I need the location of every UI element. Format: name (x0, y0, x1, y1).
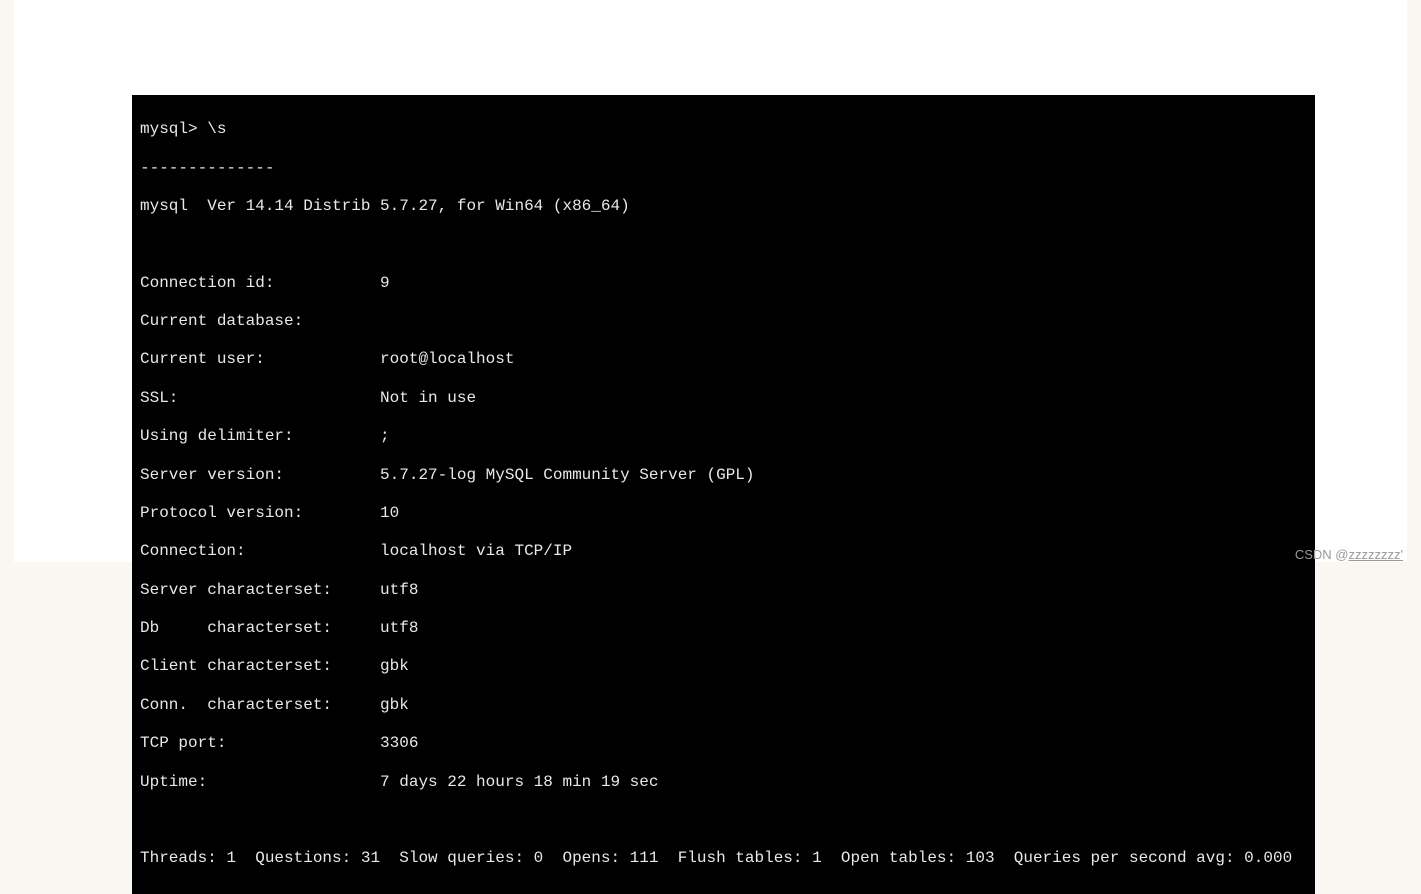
terminal-row: Conn. characterset: gbk (140, 696, 1307, 715)
terminal-row: SSL: Not in use (140, 389, 1307, 408)
terminal-row: Current database: (140, 312, 1307, 331)
terminal-row: Uptime: 7 days 22 hours 18 min 19 sec (140, 773, 1307, 792)
terminal-divider: -------------- (140, 159, 1307, 178)
terminal-version: mysql Ver 14.14 Distrib 5.7.27, for Win6… (140, 197, 1307, 216)
terminal-row: TCP port: 3306 (140, 734, 1307, 753)
terminal-row: Server version: 5.7.27-log MySQL Communi… (140, 466, 1307, 485)
terminal-row: Using delimiter: ; (140, 427, 1307, 446)
terminal-row: Connection: localhost via TCP/IP (140, 542, 1307, 561)
terminal-row: Server characterset: utf8 (140, 581, 1307, 600)
terminal-row: Connection id: 9 (140, 274, 1307, 293)
terminal-stats: Threads: 1 Questions: 31 Slow queries: 0… (140, 849, 1307, 868)
terminal-blank (140, 235, 1307, 254)
terminal-row: Client characterset: gbk (140, 657, 1307, 676)
terminal-row: Db characterset: utf8 (140, 619, 1307, 638)
article-page: mysql> \s -------------- mysql Ver 14.14… (14, 0, 1407, 562)
watermark-prefix: CSDN @ (1295, 547, 1349, 562)
terminal-output: mysql> \s -------------- mysql Ver 14.14… (132, 95, 1315, 894)
terminal-prompt-line: mysql> \s (140, 120, 1307, 139)
watermark-user: zzzzzzzz' (1349, 547, 1403, 562)
watermark: CSDN @zzzzzzzz' (1295, 547, 1403, 562)
terminal-row: Protocol version: 10 (140, 504, 1307, 523)
terminal-row: Current user: root@localhost (140, 350, 1307, 369)
terminal-blank (140, 811, 1307, 830)
